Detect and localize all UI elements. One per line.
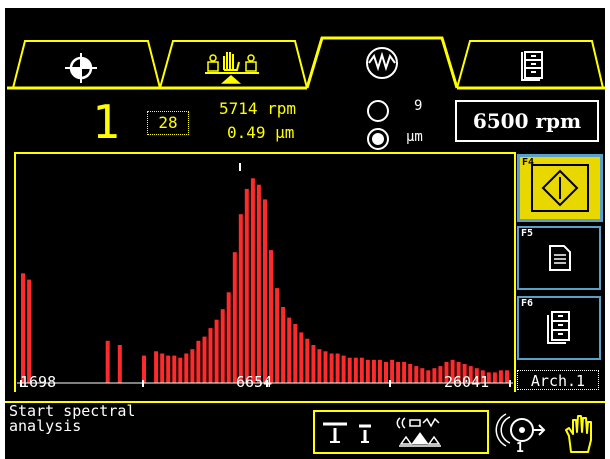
spectrum-bar bbox=[335, 353, 340, 383]
spectrum-bar bbox=[269, 250, 273, 383]
spectrum-bar bbox=[21, 273, 25, 383]
spectrum-bar bbox=[214, 319, 219, 383]
spectrum-bar bbox=[408, 364, 413, 383]
hand-stop-icon[interactable] bbox=[561, 412, 601, 454]
spectrum-bar bbox=[256, 184, 261, 383]
spectrum-bar bbox=[426, 370, 431, 383]
spectrum-bar bbox=[359, 357, 364, 383]
radio-option-top[interactable] bbox=[367, 100, 389, 122]
spectrum-bar bbox=[293, 323, 298, 383]
spectrum-bar bbox=[329, 353, 334, 383]
status-message-line2: analysis bbox=[9, 417, 82, 435]
spectrum-bar bbox=[498, 370, 503, 383]
f5-report-button[interactable]: F5 bbox=[517, 226, 601, 290]
spectrum-bar bbox=[414, 366, 419, 383]
spectrum-bar bbox=[250, 178, 255, 383]
spectrum-bar bbox=[311, 345, 316, 383]
x-tick-label-middle: 6654 bbox=[236, 373, 273, 391]
spectrum-bar bbox=[244, 188, 249, 383]
radio-bottom-label: µm bbox=[406, 129, 423, 145]
sensor-single-icon bbox=[359, 424, 371, 443]
channel-number: 1 bbox=[92, 95, 120, 149]
archive-cabinet-icon bbox=[521, 51, 543, 81]
line-count-value: 28 bbox=[158, 113, 178, 132]
spectrum-bar bbox=[281, 307, 286, 383]
target-speed-box[interactable]: 6500 rpm bbox=[455, 100, 599, 142]
spectrum-bar bbox=[365, 359, 370, 383]
device-screen: 1 28 5714 rpm 0.49 µm 9 µm 6500 rpm 1698… bbox=[5, 8, 605, 459]
spectrum-bar bbox=[377, 359, 382, 383]
sensor-status-panel bbox=[313, 410, 489, 454]
start-diamond-icon bbox=[531, 164, 589, 212]
spectrum-bar bbox=[105, 340, 110, 383]
spectrum-bar bbox=[190, 349, 195, 383]
f6-archive-button[interactable]: F6 bbox=[517, 296, 601, 360]
archive-label[interactable]: Arch.1 bbox=[517, 370, 599, 390]
spectrum-bar bbox=[432, 368, 437, 383]
spectrum-bar bbox=[420, 368, 425, 383]
spectrum-bar bbox=[347, 357, 352, 383]
spectrum-bar bbox=[275, 288, 280, 384]
spectrum-bar bbox=[438, 366, 443, 383]
spectrum-bar bbox=[196, 340, 201, 383]
sensor-icons bbox=[323, 417, 441, 447]
target-speed-value: 6500 rpm bbox=[472, 109, 582, 133]
x-tick-label-left: 1698 bbox=[20, 373, 57, 391]
channel-indicator-value: 1 bbox=[516, 441, 524, 456]
spectrum-bar bbox=[263, 199, 267, 383]
spectrum-bar bbox=[287, 317, 292, 383]
spectrum-bar bbox=[142, 355, 146, 383]
spectrum-bar bbox=[226, 292, 231, 383]
sensor-pair-icon bbox=[323, 422, 347, 443]
f4-start-button[interactable]: F4 bbox=[517, 154, 603, 222]
spectrum-bar bbox=[402, 361, 407, 383]
amplitude-reading: 0.49 µm bbox=[227, 123, 295, 142]
radio-top-label: 9 bbox=[414, 98, 423, 114]
spectrum-bar bbox=[232, 252, 237, 383]
speed-reading: 5714 rpm bbox=[219, 99, 297, 118]
spectrum-bar bbox=[341, 355, 346, 383]
spectrum-bar bbox=[492, 372, 497, 383]
radio-selected-dot bbox=[372, 133, 384, 145]
spectrum-bar bbox=[390, 359, 395, 383]
spectrum-bar bbox=[154, 351, 159, 383]
spectrum-bar bbox=[299, 332, 304, 383]
spectrum-bar bbox=[166, 355, 171, 383]
balance-target-icon bbox=[65, 53, 97, 83]
spectrum-bar bbox=[238, 214, 243, 383]
spectrum-bar bbox=[396, 361, 401, 383]
document-icon bbox=[549, 245, 571, 271]
spectrum-bar bbox=[208, 328, 213, 383]
radio-option-bottom[interactable] bbox=[367, 128, 389, 150]
archive-cabinet-icon bbox=[547, 311, 570, 344]
spectrum-bar bbox=[172, 355, 177, 383]
spectrum-bar bbox=[317, 349, 322, 383]
spectrum-bar bbox=[505, 370, 509, 383]
spectrum-bar bbox=[117, 345, 122, 383]
spectrum-bar bbox=[202, 336, 207, 383]
spectrum-bar bbox=[353, 357, 358, 383]
direction-arrows-icon bbox=[399, 432, 441, 447]
status-message-line1: Start spectral bbox=[9, 402, 136, 420]
spectrum-bar bbox=[160, 353, 165, 383]
tab-bar bbox=[7, 36, 605, 90]
tab-spectrum[interactable] bbox=[305, 36, 459, 89]
machine-operators-icon bbox=[205, 52, 259, 84]
probe-signal-icon bbox=[396, 417, 440, 429]
spectrum-bar bbox=[220, 309, 225, 383]
spectrum-bar bbox=[323, 351, 328, 383]
rotor-channel-indicator[interactable]: 1 bbox=[492, 408, 552, 456]
spectrum-bar bbox=[384, 361, 388, 383]
spectrum-bar bbox=[178, 357, 183, 383]
spectrum-bar bbox=[184, 353, 189, 383]
line-count-box[interactable]: 28 bbox=[147, 111, 189, 135]
spectrum-bar bbox=[27, 279, 32, 383]
spectrum-bar bbox=[371, 359, 376, 383]
spectrum-plot[interactable] bbox=[17, 160, 513, 387]
x-tick-label-right: 26041 bbox=[444, 373, 490, 391]
spectrum-bar bbox=[305, 338, 310, 383]
